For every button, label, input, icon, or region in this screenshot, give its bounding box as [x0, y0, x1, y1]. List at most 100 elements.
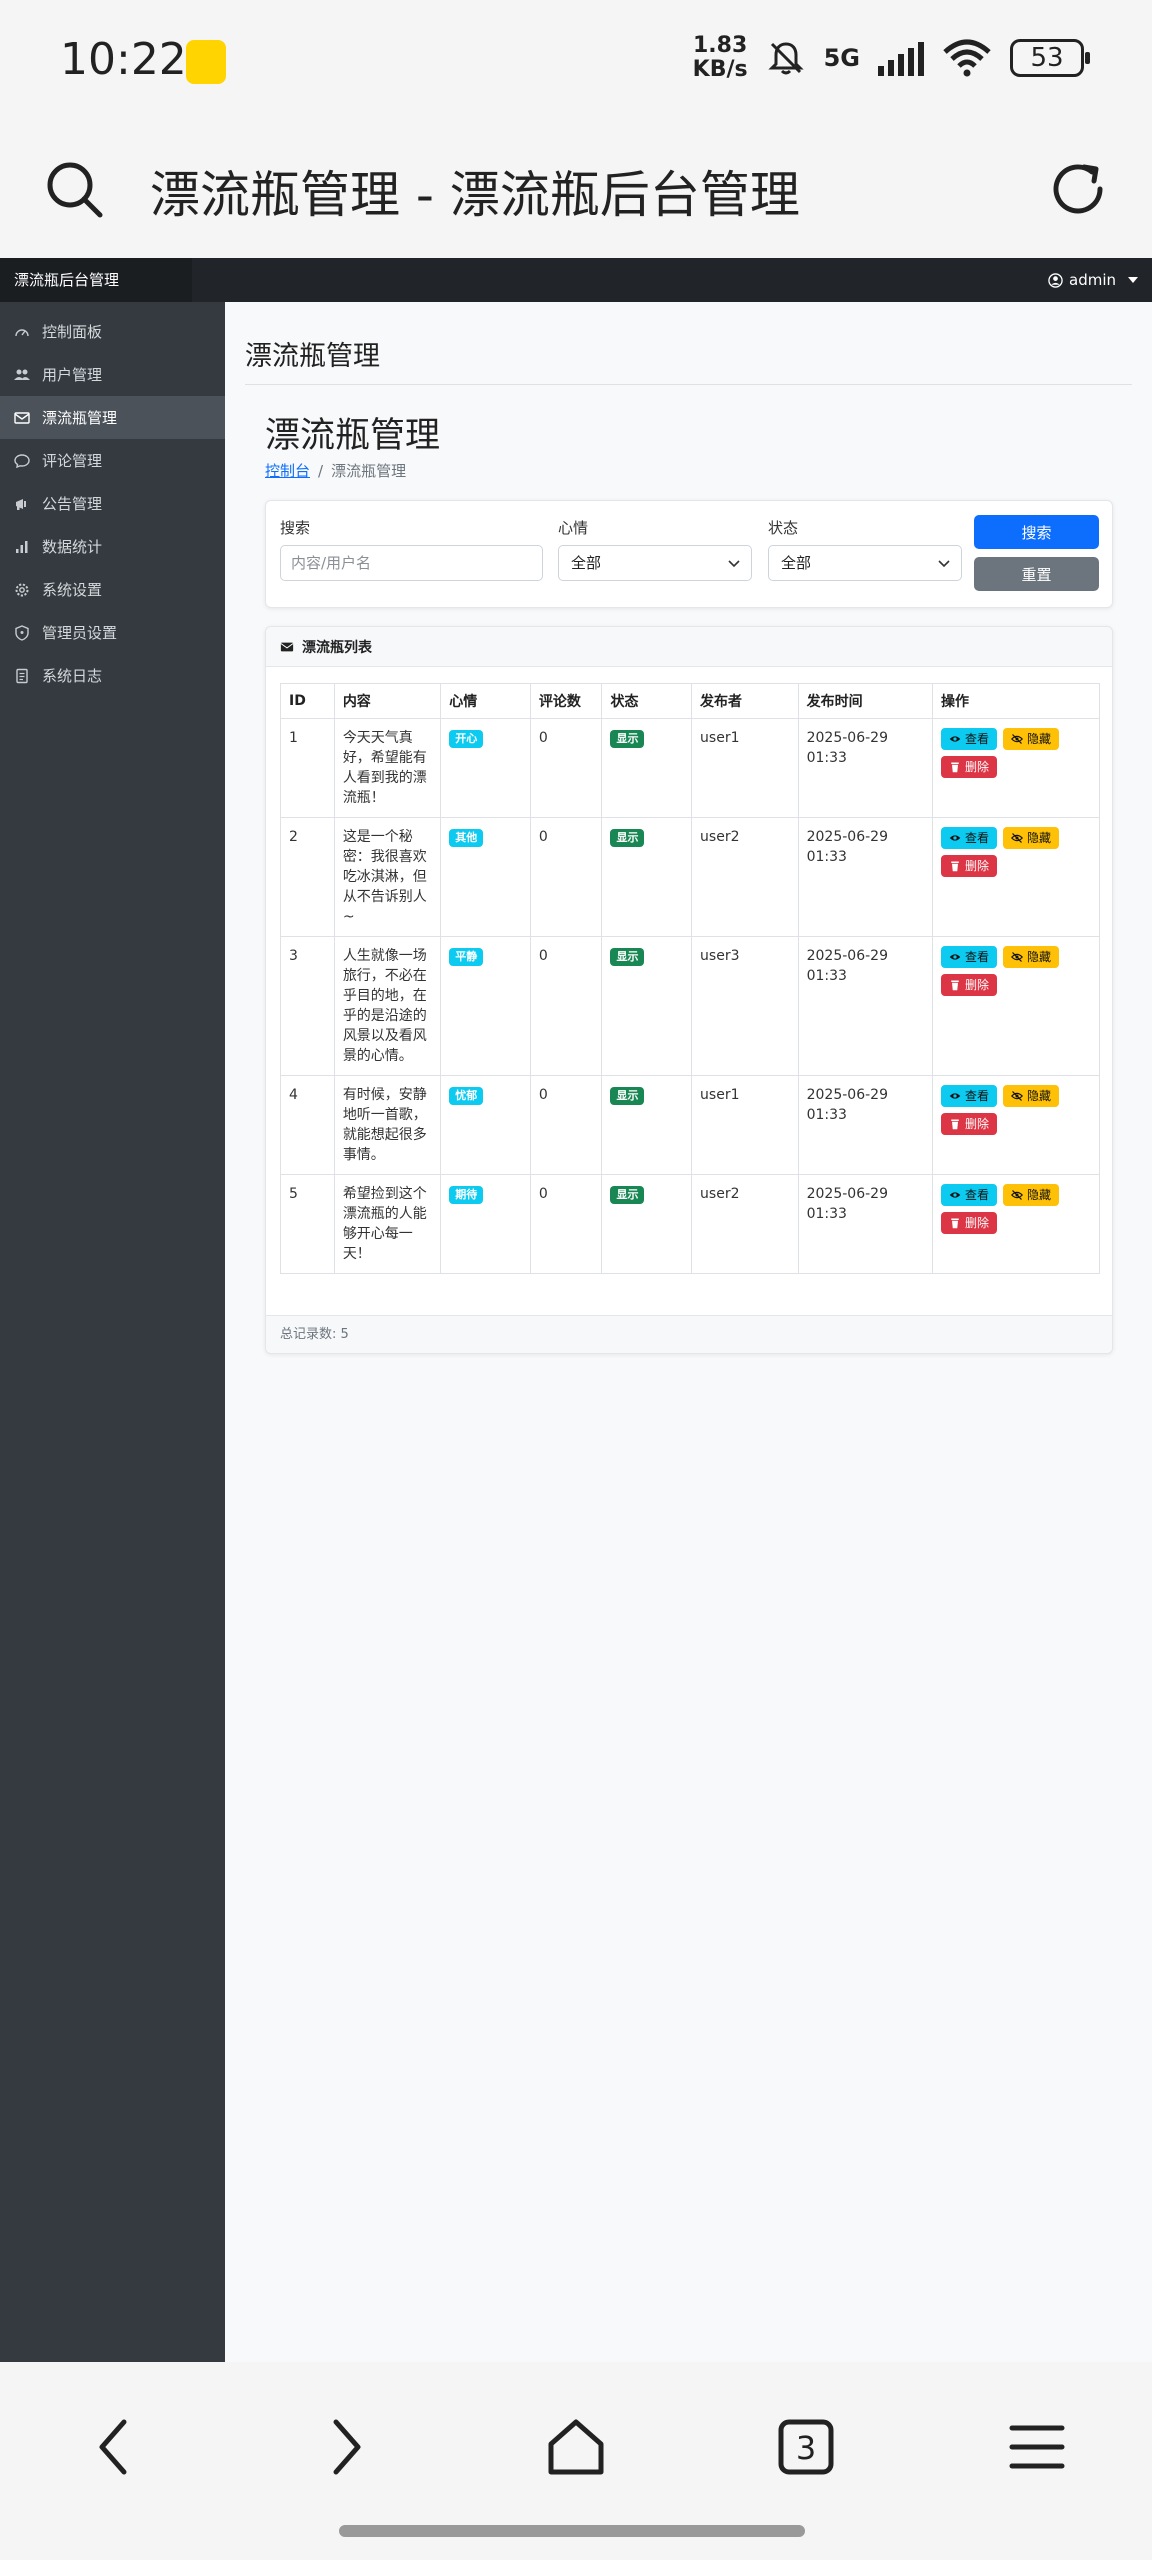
delete-button[interactable]: 删除: [941, 855, 998, 877]
table-row: 3 人生就像一场旅行，不必在乎目的地，在乎的是沿途的风景以及看风景的心情。 平静 0 显…: [280, 936, 1100, 1076]
bottle-table: ID 内容 心情 评论数 状态 发布者 发布时间 操作 1 今天天气真好，希望能有…: [280, 683, 1100, 1274]
sidebar-item-comments[interactable]: 评论管理: [0, 439, 225, 482]
sidebar-item-dashboard[interactable]: 控制面板: [0, 310, 225, 353]
view-button[interactable]: 查看: [941, 1184, 998, 1206]
cell-content: 有时候，安静地听一首歌，就能想起很多事情。: [333, 1075, 442, 1175]
view-button[interactable]: 查看: [941, 946, 998, 968]
search-button[interactable]: 搜索: [974, 515, 1099, 549]
sidebar-item-announcements[interactable]: 公告管理: [0, 482, 225, 525]
col-comments: 评论数: [529, 683, 603, 719]
cell-status: 显示: [601, 718, 693, 818]
web-content: 漂流瓶后台管理 admin 控制面板 用户管理 漂流瓶管理 评论管理 公告管理 …: [0, 258, 1152, 2362]
users-icon: [14, 369, 30, 380]
delete-button[interactable]: 删除: [941, 756, 998, 778]
hide-button[interactable]: 隐藏: [1003, 946, 1060, 968]
hide-button[interactable]: 隐藏: [1003, 1184, 1060, 1206]
header-divider: [245, 384, 1132, 385]
cell-id: 1: [280, 718, 335, 818]
delete-button[interactable]: 删除: [941, 974, 998, 996]
cell-time: 2025-06-29 01:33: [797, 1075, 934, 1175]
eye-slash-icon: [1011, 951, 1024, 963]
trash-icon: [949, 1118, 961, 1130]
envelope-icon: [14, 411, 30, 424]
cell-comments: 0: [529, 817, 603, 937]
status-badge: 显示: [610, 948, 645, 966]
cell-time: 2025-06-29 01:33: [797, 1174, 934, 1274]
reload-icon[interactable]: [1044, 155, 1112, 223]
browser-toolbar: 漂流瓶管理 - 漂流瓶后台管理: [0, 125, 1152, 260]
cell-comments: 0: [529, 936, 603, 1076]
status-badge: 显示: [610, 1186, 645, 1204]
reset-button[interactable]: 重置: [974, 557, 1099, 591]
sidebar-item-system-settings[interactable]: 系统设置: [0, 568, 225, 611]
sidebar-item-admin-settings[interactable]: 管理员设置: [0, 611, 225, 654]
view-button[interactable]: 查看: [941, 728, 998, 750]
cell-time: 2025-06-29 01:33: [797, 936, 934, 1076]
mood-badge: 期待: [449, 1186, 484, 1204]
chevron-down-icon: [938, 560, 950, 568]
view-button[interactable]: 查看: [941, 1085, 998, 1107]
filter-card: 搜索 心情 全部 状态 全部 搜索 重置: [265, 500, 1113, 608]
view-button[interactable]: 查看: [941, 827, 998, 849]
cell-mood: 其他: [440, 817, 531, 937]
cell-content: 人生就像一场旅行，不必在乎目的地，在乎的是沿途的风景以及看风景的心情。: [333, 936, 442, 1076]
envelope-icon: [280, 642, 294, 651]
menu-icon[interactable]: [1002, 2412, 1072, 2482]
status-select[interactable]: 全部: [768, 545, 962, 581]
svg-text:3: 3: [796, 2429, 816, 2467]
mood-badge: 开心: [449, 730, 484, 748]
breadcrumb-current: 漂流瓶管理: [331, 462, 407, 480]
log-icon: [16, 668, 28, 683]
status-bar: 10:22 1.83 KB/s 5G 53: [0, 0, 1152, 125]
delete-button[interactable]: 删除: [941, 1113, 998, 1135]
col-mood: 心情: [440, 683, 531, 719]
app-notification-icon: [186, 40, 226, 84]
tabs-icon[interactable]: 3: [771, 2412, 841, 2482]
gear-icon: [15, 583, 29, 596]
hide-button[interactable]: 隐藏: [1003, 827, 1060, 849]
browser-bottom-nav: 3: [0, 2362, 1152, 2560]
chevron-down-icon: [728, 560, 740, 568]
cell-id: 3: [280, 936, 335, 1076]
sidebar: 控制面板 用户管理 漂流瓶管理 评论管理 公告管理 数据统计 系统设置 管理员设…: [0, 302, 225, 2362]
status-badge: 显示: [610, 1087, 645, 1105]
home-icon[interactable]: [541, 2412, 611, 2482]
admin-menu[interactable]: admin: [1048, 258, 1138, 302]
home-indicator[interactable]: [339, 2525, 805, 2537]
bar-chart-icon: [16, 540, 28, 553]
back-icon[interactable]: [80, 2412, 150, 2482]
cell-actions: 查看 隐藏 删除: [932, 1075, 1100, 1175]
sidebar-item-system-log[interactable]: 系统日志: [0, 654, 225, 697]
breadcrumb-home-link[interactable]: 控制台: [265, 462, 310, 480]
sidebar-item-users[interactable]: 用户管理: [0, 353, 225, 396]
cell-comments: 0: [529, 718, 603, 818]
cell-id: 2: [280, 817, 335, 937]
cell-content: 今天天气真好，希望能有人看到我的漂流瓶！: [333, 718, 442, 818]
delete-button[interactable]: 删除: [941, 1212, 998, 1234]
top-navbar: 漂流瓶后台管理 admin: [0, 258, 1152, 302]
search-input[interactable]: [280, 545, 543, 581]
sidebar-item-statistics[interactable]: 数据统计: [0, 525, 225, 568]
list-title: 漂流瓶列表: [302, 639, 372, 656]
cell-comments: 0: [529, 1075, 603, 1175]
table-row: 5 希望捡到这个漂流瓶的人能够开心每一天！ 期待 0 显示 user2 2025-06-29…: [280, 1174, 1100, 1274]
page-tab-title[interactable]: 漂流瓶管理 - 漂流瓶后台管理: [150, 155, 800, 227]
search-icon[interactable]: [40, 155, 108, 223]
sidebar-item-bottles[interactable]: 漂流瓶管理: [0, 396, 225, 439]
list-header: 漂流瓶列表: [266, 627, 1112, 667]
hide-button[interactable]: 隐藏: [1003, 728, 1060, 750]
forward-icon[interactable]: [310, 2412, 380, 2482]
table-row: 4 有时候，安静地听一首歌，就能想起很多事情。 忧郁 0 显示 user1 2025-06-…: [280, 1075, 1100, 1175]
col-user: 发布者: [691, 683, 799, 719]
navbar-brand[interactable]: 漂流瓶后台管理: [0, 258, 192, 302]
mood-label: 心情: [558, 519, 589, 537]
mood-select[interactable]: 全部: [558, 545, 752, 581]
status-badge: 显示: [610, 730, 645, 748]
hide-button[interactable]: 隐藏: [1003, 1085, 1060, 1107]
search-label: 搜索: [280, 519, 311, 537]
wifi-icon: [943, 39, 991, 77]
trash-icon: [949, 860, 961, 872]
battery-indicator: 53: [1010, 39, 1090, 77]
cell-status: 显示: [601, 817, 693, 937]
cell-mood: 期待: [440, 1174, 531, 1274]
